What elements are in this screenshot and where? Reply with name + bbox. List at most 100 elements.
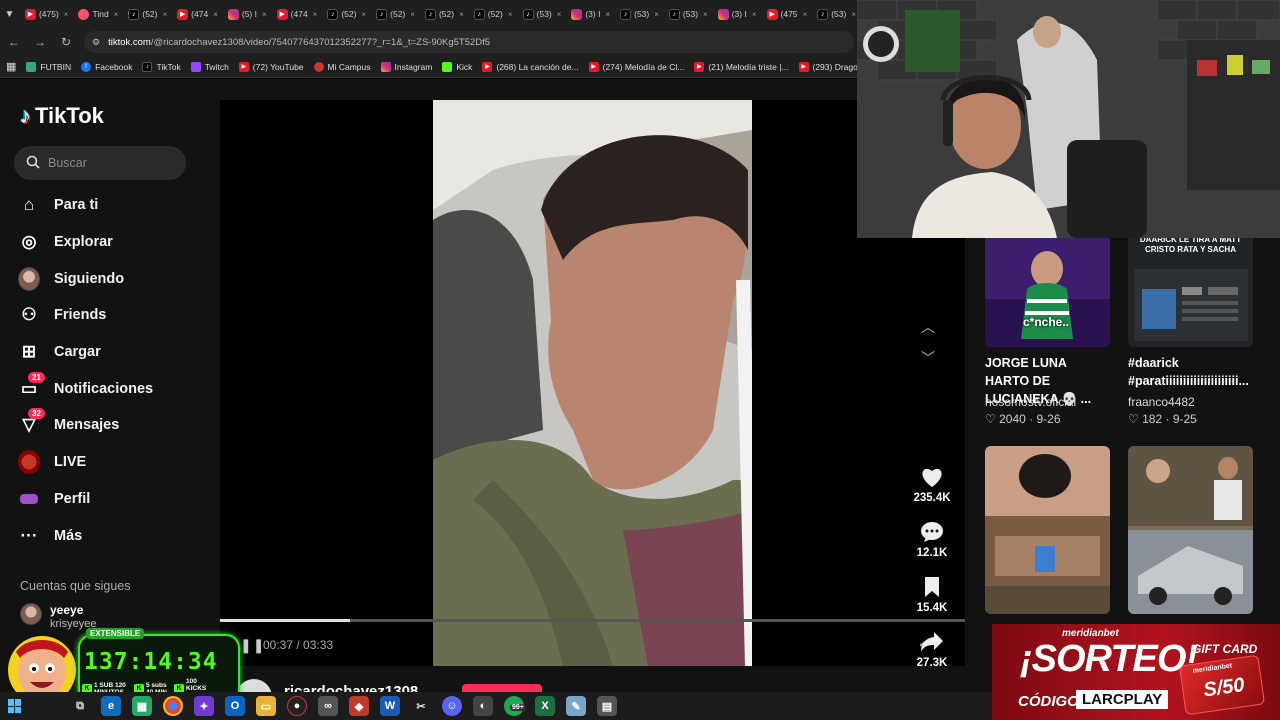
browser-tab[interactable]: ♪ (52) ×: [323, 3, 370, 25]
word-icon[interactable]: W: [380, 696, 400, 716]
recommendation-thumbnail[interactable]: c*nche..: [985, 229, 1110, 347]
previous-video-chevron-icon[interactable]: ︿: [921, 317, 935, 337]
task-view-icon[interactable]: ⧉: [70, 696, 90, 716]
close-tab-icon[interactable]: ×: [114, 10, 119, 19]
bookmark-item[interactable]: ♪ TikTok: [142, 61, 181, 72]
bookmark-item[interactable]: ▶ (293) Dragon: [798, 61, 860, 72]
close-tab-icon[interactable]: ×: [163, 10, 168, 19]
following-account[interactable]: yeeye krisyeyee: [20, 603, 96, 631]
close-tab-icon[interactable]: ×: [213, 10, 218, 19]
browser-tab[interactable]: (3) I ×: [714, 3, 761, 25]
obs-icon[interactable]: ●: [287, 696, 307, 716]
close-tab-icon[interactable]: ×: [508, 10, 513, 19]
browser-tab[interactable]: ♪ (53) ×: [616, 3, 663, 25]
back-arrow-icon[interactable]: ←: [6, 35, 22, 49]
bookmark-item[interactable]: Twitch: [190, 61, 229, 72]
copilot-icon[interactable]: ✦: [194, 696, 214, 716]
sidebar-item-notificaciones[interactable]: ▭ 21 Notificaciones: [18, 370, 208, 407]
browser-tab[interactable]: ♪ (53) ×: [813, 3, 860, 25]
capcut-icon[interactable]: ✂: [411, 696, 431, 716]
video-frame[interactable]: [433, 100, 752, 666]
windows-start-icon[interactable]: [8, 699, 22, 713]
reload-icon[interactable]: ↻: [58, 35, 74, 49]
sidebar-item-cargar[interactable]: ⊞ Cargar: [18, 334, 208, 371]
browser-tab[interactable]: ♪ (52) ×: [470, 3, 517, 25]
close-tab-icon[interactable]: ×: [64, 10, 69, 19]
bookmark-item[interactable]: FUTBIN: [26, 61, 71, 72]
close-tab-icon[interactable]: ×: [851, 10, 856, 19]
chrome-icon[interactable]: [163, 696, 183, 716]
close-tab-icon[interactable]: ×: [703, 10, 708, 19]
browser-tab[interactable]: ♪ (53) ×: [665, 3, 712, 25]
recommendation-thumbnail[interactable]: DAARICK LE TIRA A MATT CRISTO RATA Y SAC…: [1128, 229, 1253, 347]
share-button[interactable]: 27.3K: [917, 629, 947, 684]
close-tab-icon[interactable]: ×: [361, 10, 366, 19]
close-tab-icon[interactable]: ×: [557, 10, 562, 19]
whatsapp-icon[interactable]: 99+: [504, 696, 526, 716]
recommendation-thumbnail[interactable]: [1128, 446, 1253, 614]
apps-grid-icon[interactable]: ▦: [6, 60, 16, 73]
excel-icon[interactable]: X: [535, 696, 555, 716]
close-tab-icon[interactable]: ×: [262, 10, 267, 19]
browser-tab[interactable]: ▶ (474 ×: [173, 3, 222, 25]
browser-tab[interactable]: Tind ×: [74, 3, 122, 25]
comment-button[interactable]: 12.1K: [917, 519, 947, 574]
url-field[interactable]: ⚙ tiktok.com/@ricardochavez1308/video/75…: [84, 31, 854, 53]
sidebar-item-perfil[interactable]: Perfil: [18, 481, 208, 518]
browser-tab[interactable]: ♪ (52) ×: [372, 3, 419, 25]
like-button[interactable]: 235.4K: [913, 464, 951, 519]
sidebar-item-mensajes[interactable]: ▽ 32 Mensajes: [18, 407, 208, 444]
tiktok-logo[interactable]: ♪ TikTok: [20, 103, 104, 129]
close-tab-icon[interactable]: ×: [803, 10, 808, 19]
store-icon[interactable]: ▦: [132, 696, 152, 716]
edge-icon[interactable]: e: [101, 696, 121, 716]
pause-icon[interactable]: ❚❚: [240, 637, 265, 654]
browser-tab[interactable]: (5) I ×: [224, 3, 271, 25]
steam-icon[interactable]: ◐: [473, 696, 493, 716]
browser-tab[interactable]: ▶ (474 ×: [273, 3, 322, 25]
bookmark-item[interactable]: f Facebook: [81, 61, 132, 72]
forward-arrow-icon[interactable]: →: [32, 35, 48, 49]
sidebar-item-explorar[interactable]: ◎ Explorar: [18, 224, 208, 261]
tab-search-chevron-icon[interactable]: ▼: [0, 4, 19, 24]
save-button[interactable]: 15.4K: [917, 574, 947, 629]
close-tab-icon[interactable]: ×: [410, 10, 415, 19]
sidebar-item-para-ti[interactable]: ⌂ Para ti: [18, 187, 208, 224]
browser-tab[interactable]: ▶ (475 ×: [763, 3, 812, 25]
bookmark-item[interactable]: Instagram: [380, 61, 432, 72]
sidebar-item-friends[interactable]: ⚇ Friends: [18, 297, 208, 334]
progress-bar[interactable]: [220, 619, 965, 622]
browser-tab[interactable]: ♪ (52) ×: [421, 3, 468, 25]
close-tab-icon[interactable]: ×: [752, 10, 757, 19]
notes-icon[interactable]: ✎: [566, 696, 586, 716]
close-tab-icon[interactable]: ×: [654, 10, 659, 19]
browser-tab[interactable]: ▶ (475) ×: [21, 3, 73, 25]
bookmark-item[interactable]: ▶ (72) YouTube: [238, 61, 304, 72]
sidebar-item-siguiendo[interactable]: Siguiendo: [18, 260, 208, 297]
browser-tab[interactable]: ♪ (52) ×: [124, 3, 171, 25]
recommendation-user[interactable]: nosomostv.oficial: [985, 395, 1076, 409]
discord-icon[interactable]: ☺: [442, 696, 462, 716]
outlook-icon[interactable]: O: [225, 696, 245, 716]
sidebar-item-más[interactable]: ··· Más: [18, 517, 208, 554]
site-info-icon[interactable]: ⚙: [92, 37, 100, 48]
bookmark-item[interactable]: ▶ (274) Melodía de Cl...: [588, 61, 684, 72]
close-tab-icon[interactable]: ×: [459, 10, 464, 19]
close-tab-icon[interactable]: ×: [313, 10, 318, 19]
next-video-chevron-icon[interactable]: ﹀: [921, 348, 935, 368]
calculator-icon[interactable]: ▤: [597, 696, 617, 716]
browser-tab[interactable]: ♪ (53) ×: [519, 3, 566, 25]
bookmark-item[interactable]: Kick: [442, 61, 472, 72]
app-icon[interactable]: ∞: [318, 696, 338, 716]
search-input[interactable]: [48, 156, 168, 170]
search-box[interactable]: [14, 146, 186, 180]
browser-tab[interactable]: (3) I ×: [567, 3, 614, 25]
recommendation-thumbnail[interactable]: [985, 446, 1110, 614]
file-explorer-icon[interactable]: ▭: [256, 696, 276, 716]
bookmark-item[interactable]: ▶ (268) La canción de...: [482, 61, 579, 72]
bookmark-item[interactable]: Mi Campus: [313, 61, 371, 72]
video-player[interactable]: ︿ ﹀ ❚❚ 00:37 / 03:33 🔈︎: [220, 100, 965, 666]
sidebar-item-live[interactable]: LIVE: [18, 444, 208, 481]
recommendation-user[interactable]: fraanco4482: [1128, 395, 1195, 409]
bookmark-item[interactable]: ▶ (21) Melodía triste |...: [694, 61, 789, 72]
